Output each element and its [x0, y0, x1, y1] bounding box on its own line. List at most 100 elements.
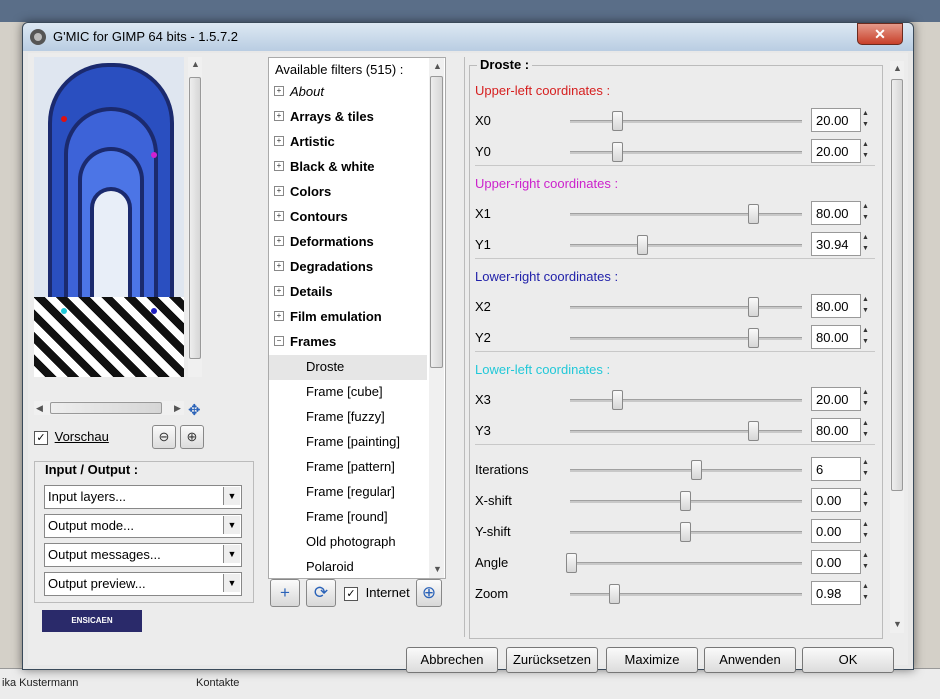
spin-buttons[interactable]: ▲ ▼	[861, 201, 870, 224]
value-input[interactable]: 0.98	[811, 581, 861, 605]
slider-track[interactable]	[570, 306, 802, 309]
slider-handle[interactable]	[680, 491, 691, 511]
value-input[interactable]: 6	[811, 457, 861, 481]
spin-up-icon[interactable]: ▲	[861, 294, 870, 305]
expand-icon[interactable]: +	[274, 211, 284, 221]
value-input[interactable]: 20.00	[811, 108, 861, 132]
slider-track[interactable]	[570, 469, 802, 472]
scroll-up-arrow[interactable]: ▲	[191, 59, 200, 69]
lower-left-handle[interactable]	[61, 308, 67, 314]
spin-up-icon[interactable]: ▲	[861, 519, 870, 530]
scroll-right-arrow[interactable]: ▶	[174, 403, 181, 414]
slider-handle[interactable]	[611, 142, 623, 162]
close-button[interactable]: ✕	[857, 23, 903, 45]
filter-item[interactable]: Frame [cube]	[269, 380, 427, 405]
chevron-down-icon[interactable]: ▼	[223, 516, 240, 534]
spin-down-icon[interactable]: ▼	[861, 212, 870, 223]
scroll-left-arrow[interactable]: ◀	[36, 403, 43, 414]
slider-handle[interactable]	[748, 328, 760, 348]
chevron-down-icon[interactable]: ▼	[223, 545, 240, 563]
filter-tree-scrollbar[interactable]: ▲ ▼	[429, 58, 444, 578]
apply-button[interactable]: Anwenden	[704, 647, 796, 673]
filter-item[interactable]: + Contours	[269, 205, 427, 230]
internet-toggle[interactable]: ✓ Internet	[344, 585, 410, 601]
slider-track[interactable]	[570, 593, 802, 596]
title-bar[interactable]: G'MIC for GIMP 64 bits - 1.5.7.2 ✕	[23, 23, 913, 51]
filter-zoom-button[interactable]: ⊕	[416, 579, 442, 607]
filter-item[interactable]: + Film emulation	[269, 305, 427, 330]
filter-tree-scroll-thumb[interactable]	[430, 76, 443, 368]
value-input[interactable]: 80.00	[811, 294, 861, 318]
expand-icon[interactable]: +	[274, 311, 284, 321]
filter-item[interactable]: − Frames	[269, 330, 427, 355]
spin-buttons[interactable]: ▲ ▼	[861, 581, 870, 604]
expand-icon[interactable]: +	[274, 186, 284, 196]
slider-track[interactable]	[570, 337, 802, 340]
chevron-down-icon[interactable]: ▼	[223, 487, 240, 505]
move-icon[interactable]: ✥	[188, 401, 201, 419]
filter-item[interactable]: + Details	[269, 280, 427, 305]
scroll-down-arrow[interactable]: ▼	[893, 619, 902, 629]
spin-up-icon[interactable]: ▲	[861, 201, 870, 212]
filter-item[interactable]: + Deformations	[269, 230, 427, 255]
filter-item[interactable]: + Black & white	[269, 155, 427, 180]
scroll-up-arrow[interactable]: ▲	[433, 61, 442, 71]
value-input[interactable]: 80.00	[811, 325, 861, 349]
chevron-down-icon[interactable]: ▼	[223, 574, 240, 592]
spin-down-icon[interactable]: ▼	[861, 561, 870, 572]
spin-buttons[interactable]: ▲ ▼	[861, 232, 870, 255]
scroll-up-arrow[interactable]: ▲	[893, 63, 902, 73]
filter-item[interactable]: Frame [painting]	[269, 430, 427, 455]
slider-track[interactable]	[570, 562, 802, 565]
ensicaen-logo[interactable]: ENSICAEN	[42, 610, 142, 632]
parameters-scroll-thumb[interactable]	[891, 79, 903, 491]
slider-handle[interactable]	[611, 390, 623, 410]
spin-buttons[interactable]: ▲ ▼	[861, 550, 870, 573]
expand-icon[interactable]: +	[274, 286, 284, 296]
slider-handle[interactable]	[611, 111, 623, 131]
preview-vscroll-thumb[interactable]	[189, 77, 201, 359]
slider-track[interactable]	[570, 244, 802, 247]
spin-down-icon[interactable]: ▼	[861, 119, 870, 130]
scroll-down-arrow[interactable]: ▼	[433, 564, 442, 574]
spin-up-icon[interactable]: ▲	[861, 418, 870, 429]
spin-up-icon[interactable]: ▲	[861, 139, 870, 150]
maximize-button[interactable]: Maximize	[606, 647, 698, 673]
value-input[interactable]: 30.94	[811, 232, 861, 256]
filter-item[interactable]: + Artistic	[269, 130, 427, 155]
output-messages-select[interactable]: Output messages... ▼	[44, 543, 242, 567]
slider-handle[interactable]	[748, 421, 760, 441]
expand-icon[interactable]: +	[274, 236, 284, 246]
filter-item[interactable]: Frame [pattern]	[269, 455, 427, 480]
value-input[interactable]: 80.00	[811, 418, 861, 442]
filter-item[interactable]: + Arrays & tiles	[269, 105, 427, 130]
value-input[interactable]: 80.00	[811, 201, 861, 225]
internet-checkbox[interactable]: ✓	[344, 586, 358, 601]
filter-item[interactable]: + Degradations	[269, 255, 427, 280]
collapse-icon[interactable]: −	[274, 336, 284, 346]
spin-down-icon[interactable]: ▼	[861, 243, 870, 254]
preview-image[interactable]	[34, 57, 184, 377]
spin-down-icon[interactable]: ▼	[861, 499, 870, 510]
spin-up-icon[interactable]: ▲	[861, 325, 870, 336]
preview-hscroll-thumb[interactable]	[50, 402, 162, 414]
spin-up-icon[interactable]: ▲	[861, 457, 870, 468]
filter-item[interactable]: Frame [round]	[269, 505, 427, 530]
spin-buttons[interactable]: ▲ ▼	[861, 325, 870, 348]
expand-icon[interactable]: +	[274, 261, 284, 271]
spin-up-icon[interactable]: ▲	[861, 387, 870, 398]
spin-down-icon[interactable]: ▼	[861, 305, 870, 316]
value-input[interactable]: 20.00	[811, 139, 861, 163]
reset-button[interactable]: Zurücksetzen	[506, 647, 598, 673]
zoom-in-button[interactable]: ⊕	[180, 425, 204, 449]
spin-down-icon[interactable]: ▼	[861, 336, 870, 347]
spin-down-icon[interactable]: ▼	[861, 530, 870, 541]
spin-buttons[interactable]: ▲ ▼	[861, 139, 870, 162]
expand-icon[interactable]: +	[274, 111, 284, 121]
preview-toggle[interactable]: ✓ Vorschau	[34, 429, 109, 445]
slider-handle[interactable]	[748, 297, 760, 317]
slider-handle[interactable]	[636, 235, 648, 255]
output-mode-select[interactable]: Output mode... ▼	[44, 514, 242, 538]
slider-track[interactable]	[570, 151, 802, 154]
upper-right-handle[interactable]	[151, 152, 157, 158]
